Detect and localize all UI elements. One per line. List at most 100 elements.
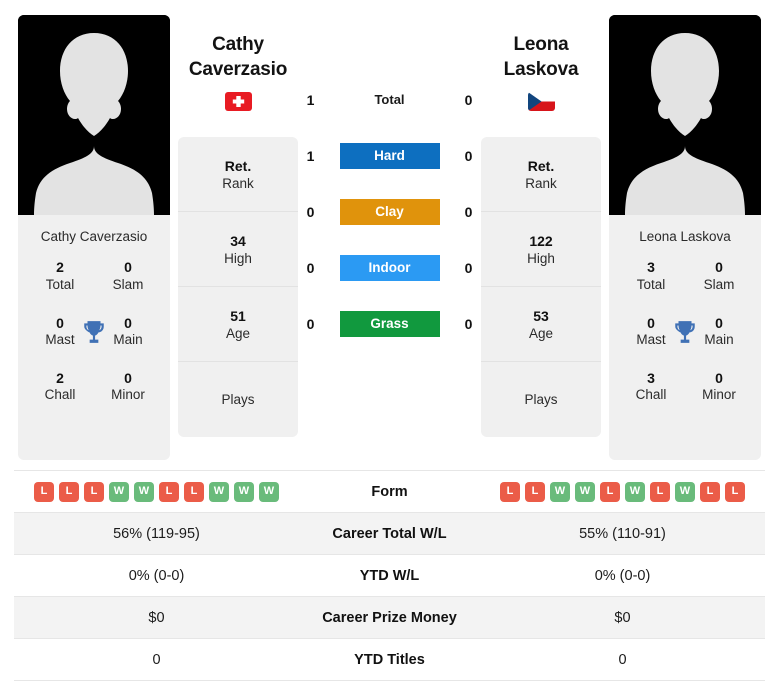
left-form-badge[interactable]: W [134,481,154,502]
left-trophy-chall-label: Chall [44,387,76,403]
left-form-badge[interactable]: W [209,481,229,502]
left-trophy-grid: 2 Total 0 Slam 0 Mast 0 Main 2 Chall 0 M… [26,259,162,404]
right-player-trophy-card: Leona Laskova 3 Total 0 Slam 0 Mast 0 Ma… [609,215,761,460]
right-trophy-slam-label: Slam [703,276,735,292]
left-form-badge[interactable]: W [259,481,279,502]
surface-total-left-count: 1 [306,92,315,108]
surface-comparison-column: 1 Total 0 1 Hard 0 0 Clay 0 0 Indoor 0 0… [306,15,473,352]
left-form-badge[interactable]: L [59,481,79,502]
right-form-badge[interactable]: L [725,481,745,502]
player-comparison-header: Cathy Caverzasio 2 Total 0 Slam 0 Mast 0… [0,0,779,470]
left-form-badge[interactable]: W [234,481,254,502]
left-player-trophy-card: Cathy Caverzasio 2 Total 0 Slam 0 Mast 0… [18,215,170,460]
right-ytd-titles: 0 [480,638,765,681]
right-form-badge[interactable]: W [550,481,570,502]
avatar-silhouette-icon [609,15,761,215]
left-trophy-chall: 2 Chall [26,370,94,404]
table-row-career-total-wl: 56% (119-95) Career Total W/L 55% (110-9… [14,512,765,555]
left-form-badge[interactable]: L [184,481,204,502]
left-player-name-line1: Cathy [212,34,264,55]
switzerland-flag-svg [224,92,252,112]
left-trophy-total: 2 Total [26,259,94,293]
surface-indoor-right-count: 0 [464,260,473,276]
czech-republic-flag-svg [527,92,555,112]
avatar-silhouette-icon [18,15,170,215]
switzerland-flag-icon [224,92,252,112]
surface-tab-clay[interactable]: Clay [339,199,440,225]
left-form-badges: LLLWWLLWWW [14,481,299,502]
row-label-career-prize-money: Career Prize Money [299,596,480,639]
right-form-badge[interactable]: L [600,481,620,502]
surface-tab-indoor[interactable]: Indoor [339,255,440,281]
surface-tab-hard[interactable]: Hard [339,143,440,169]
surface-row-grass: 0 Grass 0 [306,296,473,352]
right-career-prize-money: $0 [480,596,765,639]
surface-row-total: 1 Total 0 [306,72,473,128]
right-trophy-total-label: Total [636,276,666,292]
right-career-total-wl: 55% (110-91) [480,512,765,555]
surface-row-hard: 1 Hard 0 [306,128,473,184]
left-trophy-minor: 0 Minor [94,370,162,404]
right-trophy-total: 3 Total [617,259,685,293]
right-trophy-minor-value: 0 [715,369,723,386]
surface-total-right-count: 0 [464,92,473,108]
right-info-age-value: 53 [533,307,549,324]
left-form-badge[interactable]: W [109,481,129,502]
surface-grass-right-count: 0 [464,316,473,332]
surface-hard-left-count: 1 [306,148,315,164]
surface-clay-right-count: 0 [464,204,473,220]
surface-hard-right-count: 0 [464,148,473,164]
right-trophy-slam-value: 0 [715,259,723,276]
left-info-age-value: 51 [230,307,246,324]
left-info-high-label: High [224,250,252,266]
right-info-high-value: 122 [529,232,553,249]
right-info-rank-label: Rank [525,175,557,191]
left-trophy-card-name: Cathy Caverzasio [40,229,148,244]
surface-tab-total[interactable]: Total [340,87,440,113]
right-form-badge[interactable]: L [650,481,670,502]
left-info-rank: Ret. Rank [178,137,298,213]
right-form-badge[interactable]: W [675,481,695,502]
left-player-outer-column: Cathy Caverzasio 2 Total 0 Slam 0 Mast 0… [18,15,170,460]
surface-tab-grass[interactable]: Grass [339,311,440,337]
left-player-inner-column: Cathy Caverzasio Ret. Rank 34 High 51 Ag… [178,15,298,438]
right-player-name: Leona Laskova [504,15,579,82]
right-info-age: 53 Age [481,287,601,363]
left-form-badge[interactable]: L [159,481,179,502]
right-ytd-wl: 0% (0-0) [480,554,765,597]
left-info-high: 34 High [178,212,298,288]
left-player-name-line2: Caverzasio [188,58,288,80]
left-player-avatar [18,15,170,215]
right-form-badge[interactable]: W [625,481,645,502]
row-label-ytd-titles: YTD Titles [299,638,480,681]
left-ytd-titles: 0 [14,638,299,681]
left-info-rank-value: Ret. [224,157,252,174]
right-player-avatar [609,15,761,215]
right-form-badge[interactable]: W [575,481,595,502]
right-form-badge[interactable]: L [525,481,545,502]
right-trophy-chall: 3 Chall [617,370,685,404]
left-trophy-chall-value: 2 [56,369,64,386]
right-form-badges: LLWWLWLWLL [480,481,765,502]
right-form-cell: LLWWLWLWLL [480,470,765,513]
right-trophy-minor-label: Minor [702,387,736,403]
right-trophy-chall-value: 3 [647,369,655,386]
left-info-age: 51 Age [178,287,298,363]
right-info-high-label: High [527,250,555,266]
right-form-badge[interactable]: L [500,481,520,502]
left-career-total-wl: 56% (119-95) [14,512,299,555]
table-row-ytd-wl: 0% (0-0) YTD W/L 0% (0-0) [14,554,765,597]
surface-row-clay: 0 Clay 0 [306,184,473,240]
left-form-badge[interactable]: L [34,481,54,502]
left-player-info-card: Ret. Rank 34 High 51 Age Plays [178,137,298,438]
right-info-age-label: Age [528,325,554,341]
left-trophy-total-label: Total [45,276,75,292]
left-info-rank-label: Rank [222,175,254,191]
right-trophy-grid: 3 Total 0 Slam 0 Mast 0 Main 3 Chall 0 M… [617,259,753,404]
right-form-badge[interactable]: L [700,481,720,502]
left-trophy-minor-value: 0 [124,369,132,386]
trophy-icon [84,320,104,343]
surface-indoor-left-count: 0 [306,260,315,276]
surface-row-indoor: 0 Indoor 0 [306,240,473,296]
left-form-badge[interactable]: L [84,481,104,502]
